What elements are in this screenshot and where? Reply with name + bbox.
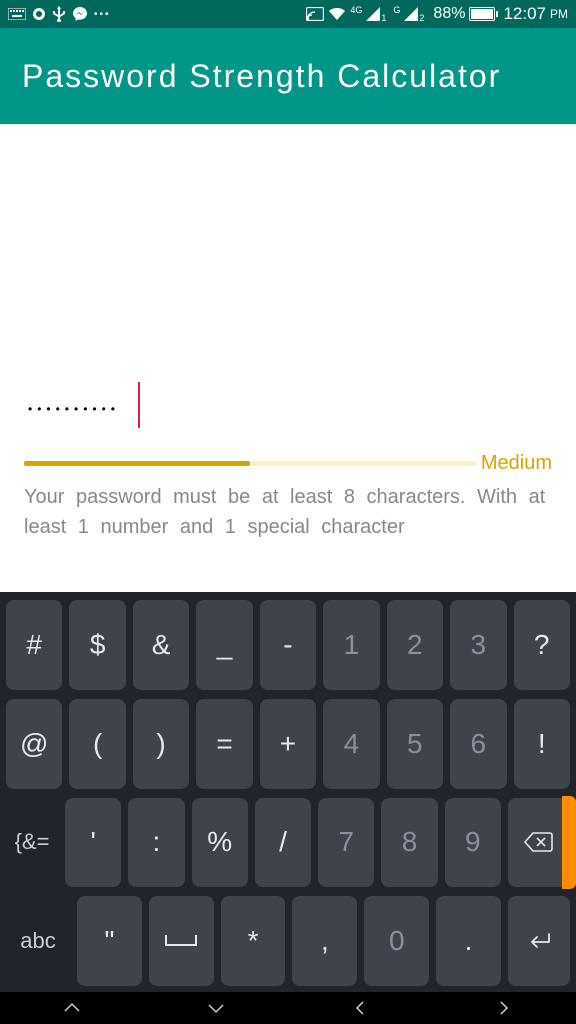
key-5[interactable]: 5	[387, 699, 443, 789]
kb-edge-handle[interactable]	[562, 796, 576, 890]
wifi-icon	[328, 7, 346, 21]
nav-home[interactable]	[186, 1002, 246, 1014]
key-colon[interactable]: :	[128, 798, 184, 888]
nav-back[interactable]	[330, 1000, 390, 1016]
strength-label: Medium	[481, 452, 552, 475]
cast-icon	[306, 7, 324, 21]
key-space[interactable]	[149, 896, 214, 986]
key-asterisk[interactable]: *	[221, 896, 286, 986]
meter-track	[24, 461, 477, 466]
key-2[interactable]: 2	[387, 600, 443, 690]
signal-1-icon	[366, 7, 380, 21]
key-period[interactable]: .	[436, 896, 501, 986]
key-backspace[interactable]	[508, 798, 570, 888]
key-3[interactable]: 3	[450, 600, 506, 690]
signal-2-icon	[404, 7, 418, 21]
space-icon	[164, 933, 198, 949]
key-exclaim[interactable]: !	[514, 699, 570, 789]
status-bar: ••• 4G 1 G 2 88% 12:07 PM	[0, 0, 576, 28]
nav-recent[interactable]	[42, 1002, 102, 1014]
meter-fill	[24, 461, 250, 466]
key-1[interactable]: 1	[323, 600, 379, 690]
key-dollar[interactable]: $	[69, 600, 125, 690]
kb-row-3: {&= ' : % / 7 8 9	[6, 798, 570, 888]
key-hash[interactable]: #	[6, 600, 62, 690]
sim1-label: 1	[381, 13, 386, 23]
keyboard-notif-icon	[8, 8, 26, 20]
key-at[interactable]: @	[6, 699, 62, 789]
battery-pct: 88%	[433, 5, 465, 23]
kb-row-4: abc " * , 0 .	[6, 896, 570, 986]
key-quote[interactable]: "	[77, 896, 142, 986]
key-plus[interactable]: +	[260, 699, 316, 789]
key-equals[interactable]: =	[196, 699, 252, 789]
key-comma[interactable]: ,	[292, 896, 357, 986]
main-content: •••••••••• Medium Your password must be …	[0, 124, 576, 592]
system-nav-bar	[0, 992, 576, 1024]
sim2-label: 2	[419, 13, 424, 23]
net-4g-label: 4G	[350, 5, 362, 15]
kb-row-1: # $ & _ - 1 2 3 ?	[6, 600, 570, 690]
battery-icon	[469, 7, 495, 21]
key-percent[interactable]: %	[192, 798, 248, 888]
app-title: Password Strength Calculator	[22, 58, 501, 95]
password-hint: Your password must be at least 8 charact…	[24, 482, 552, 542]
backspace-icon	[524, 831, 554, 853]
key-0[interactable]: 0	[364, 896, 429, 986]
messenger-icon	[72, 6, 88, 22]
key-enter[interactable]	[508, 896, 570, 986]
key-minus[interactable]: -	[260, 600, 316, 690]
status-right: 4G 1 G 2 88% 12:07 PM	[306, 4, 568, 24]
key-lparen[interactable]: (	[69, 699, 125, 789]
more-icon: •••	[94, 9, 111, 20]
soft-keyboard: # $ & _ - 1 2 3 ? @ ( ) = + 4 5 6 ! {&= …	[0, 592, 576, 992]
key-abc[interactable]: abc	[6, 896, 70, 986]
key-symbols-page[interactable]: {&=	[6, 798, 58, 888]
clock-time: 12:07	[503, 4, 546, 24]
key-rparen[interactable]: )	[133, 699, 189, 789]
sync-icon	[32, 7, 46, 21]
nav-forward[interactable]	[474, 1000, 534, 1016]
strength-meter: Medium	[24, 452, 552, 475]
key-amp[interactable]: &	[133, 600, 189, 690]
app-bar: Password Strength Calculator	[0, 28, 576, 124]
key-apostrophe[interactable]: '	[65, 798, 121, 888]
enter-icon	[525, 931, 553, 951]
key-question[interactable]: ?	[514, 600, 570, 690]
status-left: •••	[8, 6, 111, 22]
key-6[interactable]: 6	[450, 699, 506, 789]
clock-ampm: PM	[550, 7, 568, 21]
key-underscore[interactable]: _	[196, 600, 252, 690]
key-slash[interactable]: /	[255, 798, 311, 888]
key-7[interactable]: 7	[318, 798, 374, 888]
key-9[interactable]: 9	[445, 798, 501, 888]
key-8[interactable]: 8	[381, 798, 437, 888]
net-g-label: G	[393, 5, 400, 15]
password-input[interactable]	[24, 390, 552, 432]
kb-row-2: @ ( ) = + 4 5 6 !	[6, 699, 570, 789]
key-4[interactable]: 4	[323, 699, 379, 789]
usb-icon	[52, 6, 66, 22]
